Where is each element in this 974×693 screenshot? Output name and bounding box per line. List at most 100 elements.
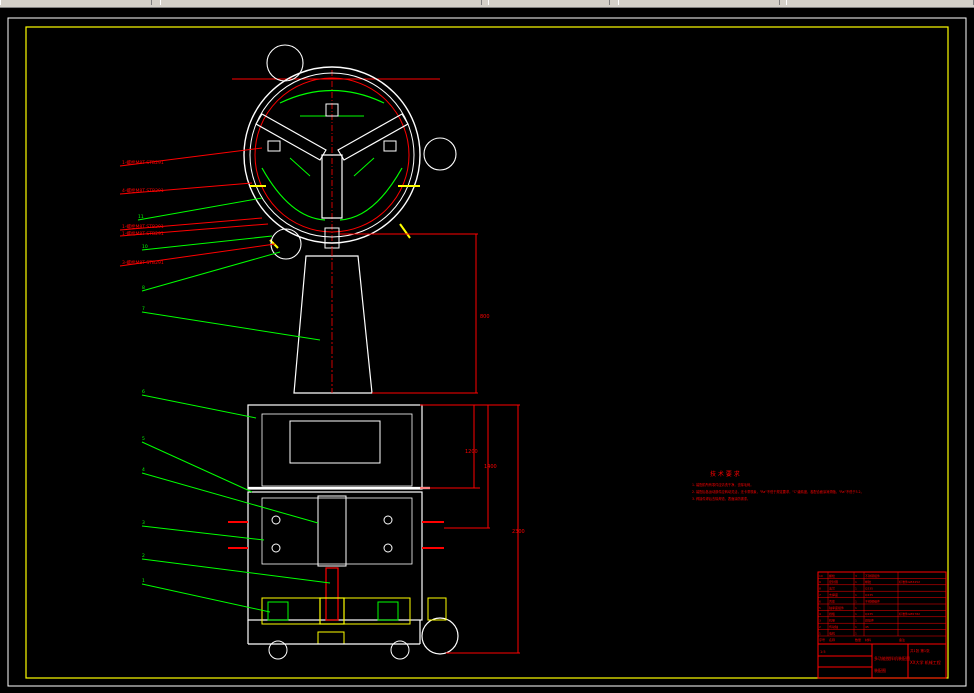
- inner-frame: [25, 26, 949, 679]
- bom-cell-no: 3: [819, 619, 821, 623]
- bom-cell-qty: 1: [855, 593, 857, 597]
- rotor-assembly: [232, 44, 457, 260]
- bom-cell-material: 不锈钢组件: [865, 573, 880, 578]
- bom-cell-name: 传动轴: [829, 624, 838, 629]
- callout-c6: 10: [142, 244, 148, 250]
- bom-cell-name: 壳体: [829, 598, 835, 603]
- tech-notes: 技 术 要 求 1. 装配前所有零件应清洗干净，去除毛刺。 2. 装配后各运动部…: [692, 470, 864, 501]
- bolt-hole-2: [271, 543, 281, 553]
- base-bearing: [317, 631, 345, 645]
- assembly-drawing: 800 1200 1400 2300 1-螺栓M8T STB291 4-螺栓M8…: [7, 17, 967, 687]
- bom-header-cell: 备注: [899, 637, 905, 642]
- bom-header-cell: 名称: [829, 637, 835, 642]
- toolbar-tab-3[interactable]: [488, 0, 610, 5]
- bom-header-cell: 序号: [819, 637, 825, 642]
- callout-c8: 8: [142, 285, 145, 291]
- callout-c15: 1: [142, 578, 145, 584]
- dim-text-lower: 1400: [484, 464, 497, 470]
- bom-cell-name: 密封圈: [829, 579, 838, 584]
- bom-cell-no: 1: [819, 631, 821, 635]
- rotor-lobe-top: [266, 44, 304, 82]
- leader-c10: [141, 394, 257, 419]
- lower-housing: [247, 491, 423, 621]
- bom-cell-note: 标准件GB3452: [899, 579, 920, 584]
- rotor-spoke-right: [337, 113, 409, 161]
- bom-cell-material: 45: [865, 625, 869, 629]
- bom-cell-material: Q235: [865, 587, 873, 591]
- title-block: 10 螺栓 3 不锈钢组件 9 密封圈 1 橡胶 标准件GB3452 8 法兰 1 Q235 7 支撑座 1 Q…: [817, 571, 947, 679]
- toolbar-tab-2[interactable]: [160, 0, 482, 5]
- bom-cell-no: 2: [819, 625, 821, 629]
- bolt-hole-1: [271, 515, 281, 525]
- conical-support: [293, 255, 373, 394]
- toolbar-tab-5[interactable]: [786, 0, 974, 5]
- upper-housing-inner: [261, 413, 413, 487]
- upper-housing: [247, 404, 423, 490]
- bom-cell-no: 4: [819, 612, 821, 616]
- rotor-green-arc-2: [339, 167, 403, 221]
- bom-cell-no: 5: [819, 606, 821, 610]
- callout-c14: 2: [142, 553, 145, 559]
- bom-cell-name: 挡板: [829, 611, 835, 616]
- bom-table: 10 螺栓 3 不锈钢组件 9 密封圈 1 橡胶 标准件GB3452 8 法兰 1 Q235 7 支撑座 1 Q…: [818, 572, 946, 642]
- leader-c3: [137, 197, 263, 221]
- callout-c3: 11: [138, 214, 144, 220]
- drive-column: [317, 495, 347, 567]
- side-motor: [421, 617, 459, 655]
- bom-cell-no: 10: [819, 574, 823, 578]
- bom-cell-name: 电机: [829, 630, 835, 635]
- drawing-no: 装配图: [874, 667, 886, 673]
- bom-cell-qty: 1: [855, 625, 857, 629]
- sheet-count: 共1张 第1张: [910, 648, 930, 653]
- bom-cell-no: 7: [819, 593, 821, 597]
- tech-notes-title: 技 术 要 求: [710, 470, 740, 478]
- dim-text-upper: 800: [480, 314, 490, 320]
- cad-viewport[interactable]: 800 1200 1400 2300 1-螺栓M8T STB291 4-螺栓M8…: [0, 8, 974, 693]
- bom-cell-material: Q235: [865, 593, 873, 597]
- window-top-strip: [0, 0, 974, 8]
- rotor-lobe-bottom: [270, 228, 302, 260]
- leader-c14: [141, 558, 331, 584]
- bom-cell-qty: 1: [855, 619, 857, 623]
- gear-chamber: [261, 497, 413, 565]
- rotor-green-arc-1: [261, 167, 326, 221]
- bom-cell-qty: 1: [855, 631, 857, 635]
- bom-cell-qty: 1: [855, 612, 857, 616]
- callout-c13: 3: [142, 520, 145, 526]
- bom-cell-qty: 3: [855, 574, 857, 578]
- bom-cell-qty: 1: [855, 587, 857, 591]
- dimension-lines: 800 1200 1400 2300: [340, 233, 525, 654]
- bom-cell-name: 机架: [829, 618, 835, 623]
- bom-cell-qty: 1: [855, 599, 857, 603]
- rotor-spoke-bottom: [321, 154, 343, 219]
- bom-cell-name: 支撑座: [829, 592, 838, 597]
- callout-c11: 5: [142, 436, 145, 442]
- toolbar-tab-4[interactable]: [618, 0, 780, 5]
- bom-cell-name: 螺栓: [829, 573, 835, 578]
- callout-c10: 6: [142, 389, 145, 395]
- leader-c11: [141, 441, 253, 493]
- rotor-green-tick-1: [289, 157, 311, 177]
- rotor-lobe-right: [423, 137, 457, 171]
- callouts: 1-螺栓M8T STB291 4-螺栓M8T STB291 11 1-螺栓M8T…: [119, 147, 331, 613]
- motor-block-2: [377, 601, 399, 621]
- callout-c7: 3-螺栓M8T STB291: [122, 259, 164, 266]
- leader-c15: [141, 583, 271, 613]
- leader-c13: [141, 525, 265, 541]
- bom-cell-material: Q235: [865, 612, 873, 616]
- toolbar-tab-1[interactable]: [0, 0, 152, 5]
- tech-note-2: 2. 装配后各运动部件应转动灵活，无卡滞现象，"Ra"不低于规定要求，"C"级精…: [692, 489, 864, 494]
- leader-c9: [141, 311, 321, 341]
- school-name: XX大学 机械工程: [910, 659, 941, 665]
- bom-cell-no: 9: [819, 580, 821, 584]
- leader-c8: [141, 251, 281, 292]
- callout-c5: 1-螺栓M8T STB291: [122, 230, 164, 237]
- dim-text-mid: 1200: [465, 449, 478, 455]
- drawing-name: 多功能搅拌机装配图: [874, 655, 910, 661]
- callout-c1: 1-螺栓M8T STB291: [122, 159, 164, 166]
- bom-cell-material: 不锈钢组件: [865, 598, 880, 603]
- scale: 1:5: [820, 650, 826, 654]
- side-motor-mount: [427, 597, 447, 621]
- bolt-hole-4: [383, 543, 393, 553]
- tech-note-1: 1. 装配前所有零件应清洗干净，去除毛刺。: [692, 482, 753, 487]
